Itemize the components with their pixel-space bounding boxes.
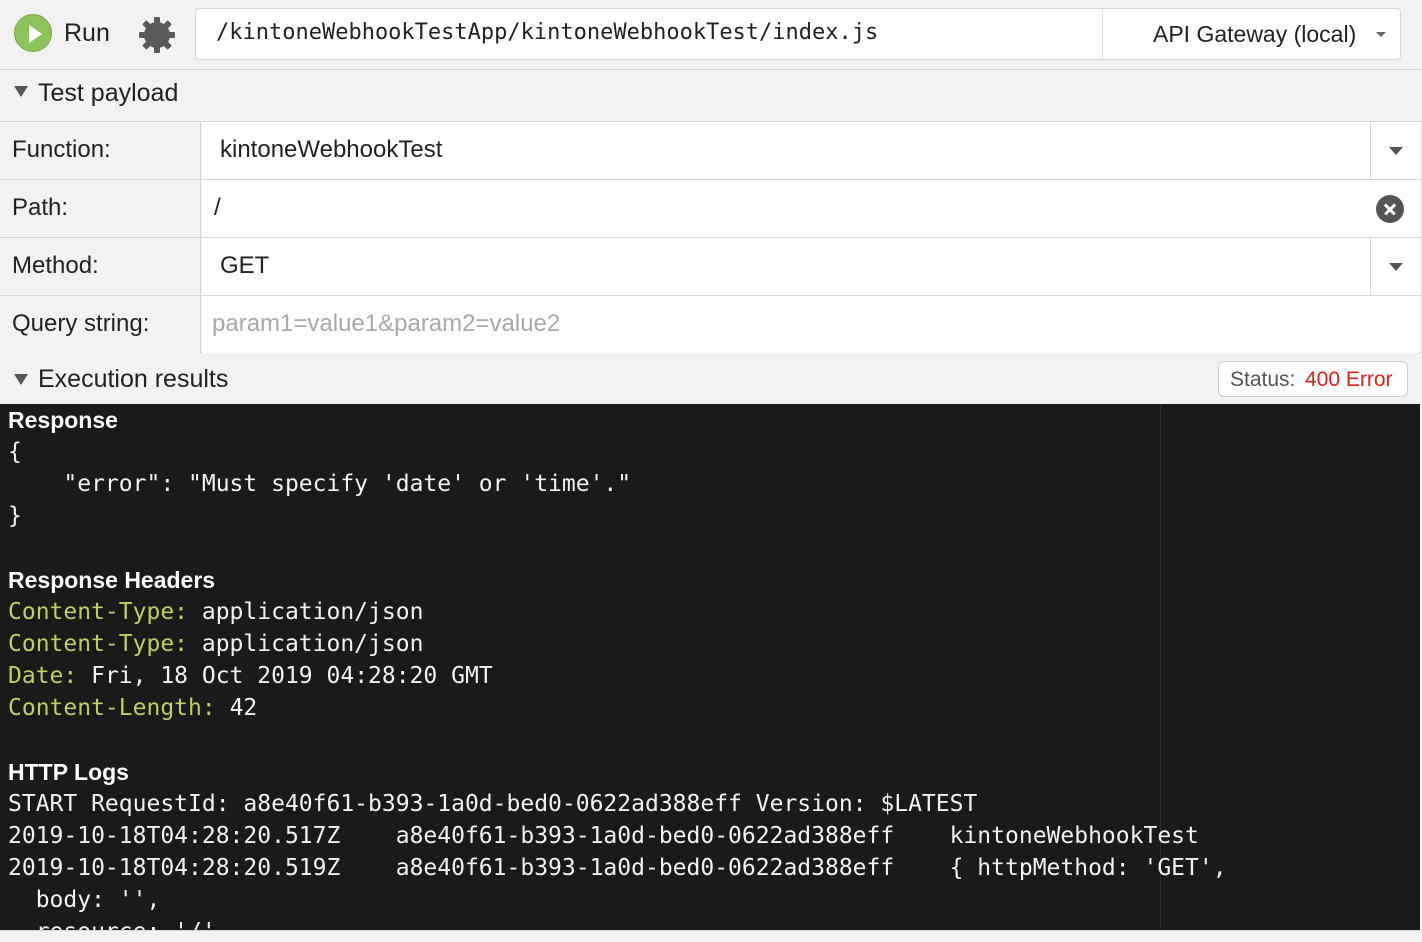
query-label: Query string: (0, 296, 201, 353)
method-select[interactable]: GET (202, 238, 1420, 295)
path-label: Path: (0, 180, 201, 237)
query-string-input[interactable]: param1=value1&param2=value2 (202, 296, 1420, 353)
header-line: Date: Fri, 18 Oct 2019 04:28:20 GMT (8, 663, 493, 689)
response-heading: Response (8, 407, 118, 433)
header-value: 42 (215, 695, 258, 721)
log-line: START RequestId: a8e40f61-b393-1a0d-bed0… (8, 791, 978, 817)
function-label: Function: (0, 122, 201, 179)
environment-label: API Gateway (local) (1153, 21, 1357, 47)
path-value: / (214, 194, 221, 221)
function-row: Function: kintoneWebhookTest (0, 121, 1422, 179)
output-console[interactable]: Response { "error": "Must specify 'date'… (0, 404, 1420, 930)
method-label: Method: (0, 238, 201, 295)
status-badge: Status: 400 Error (1218, 361, 1408, 397)
method-dropdown-icon[interactable] (1370, 238, 1420, 295)
gear-icon[interactable] (136, 14, 178, 56)
header-key: Content-Type: (8, 631, 189, 657)
toolbar: Run /kintoneWebhookTestApp/kintoneWebhoo… (0, 0, 1422, 70)
function-dropdown-icon[interactable] (1370, 122, 1420, 179)
query-row: Query string: param1=value1&param2=value… (0, 295, 1422, 353)
play-icon (14, 14, 52, 52)
header-line: Content-Type: application/json (8, 599, 423, 625)
header-line: Content-Length: 42 (8, 695, 257, 721)
handler-path: /kintoneWebhookTestApp/kintoneWebhookTes… (216, 20, 879, 45)
divider (1160, 404, 1161, 930)
query-label-text: Query string: (12, 310, 150, 337)
log-line: 2019-10-18T04:28:20.517Z a8e40f61-b393-1… (8, 823, 1199, 849)
header-key: Content-Length: (8, 695, 216, 721)
path-label-text: Path: (12, 194, 69, 221)
function-label-text: Function: (12, 136, 111, 163)
header-value: application/json (188, 599, 424, 625)
handler-path-field[interactable]: /kintoneWebhookTestApp/kintoneWebhookTes… (195, 8, 1401, 60)
http-logs-heading: HTTP Logs (8, 759, 129, 785)
collapse-triangle-icon (14, 374, 28, 385)
execution-results-header[interactable]: Execution results (0, 354, 1422, 404)
method-label-text: Method: (12, 252, 99, 279)
header-value: application/json (188, 631, 424, 657)
status-value: 400 Error (1305, 368, 1393, 391)
run-label: Run (64, 18, 110, 47)
log-line: resource: '/', (8, 919, 230, 930)
log-line: 2019-10-18T04:28:20.519Z a8e40f61-b393-1… (8, 855, 1227, 881)
collapse-triangle-icon (14, 86, 28, 97)
run-button[interactable]: Run (14, 13, 110, 53)
log-line: body: '', (8, 887, 161, 913)
execution-results-title: Execution results (38, 365, 229, 393)
response-headers-heading: Response Headers (8, 567, 216, 593)
function-value: kintoneWebhookTest (220, 136, 443, 163)
response-line: "error": "Must specify 'date' or 'time'.… (8, 471, 632, 497)
response-line: } (8, 503, 22, 529)
query-placeholder: param1=value1&param2=value2 (212, 310, 561, 337)
test-payload-title: Test payload (38, 79, 179, 107)
path-input[interactable]: / (202, 180, 1420, 237)
header-line: Content-Type: application/json (8, 631, 423, 657)
method-value: GET (220, 252, 270, 279)
function-select[interactable]: kintoneWebhookTest (202, 122, 1420, 179)
bottom-bar (0, 930, 1422, 942)
test-payload-header[interactable]: Test payload (0, 71, 1422, 121)
header-key: Date: (8, 663, 78, 689)
clear-icon[interactable] (1376, 195, 1404, 223)
chevron-down-icon (1376, 32, 1386, 37)
status-label: Status: (1230, 368, 1296, 391)
header-key: Content-Type: (8, 599, 189, 625)
header-value: Fri, 18 Oct 2019 04:28:20 GMT (77, 663, 493, 689)
method-row: Method: GET (0, 237, 1422, 295)
environment-select[interactable]: API Gateway (local) (1102, 9, 1400, 59)
path-row: Path: / (0, 179, 1422, 237)
response-line: { (8, 439, 22, 465)
